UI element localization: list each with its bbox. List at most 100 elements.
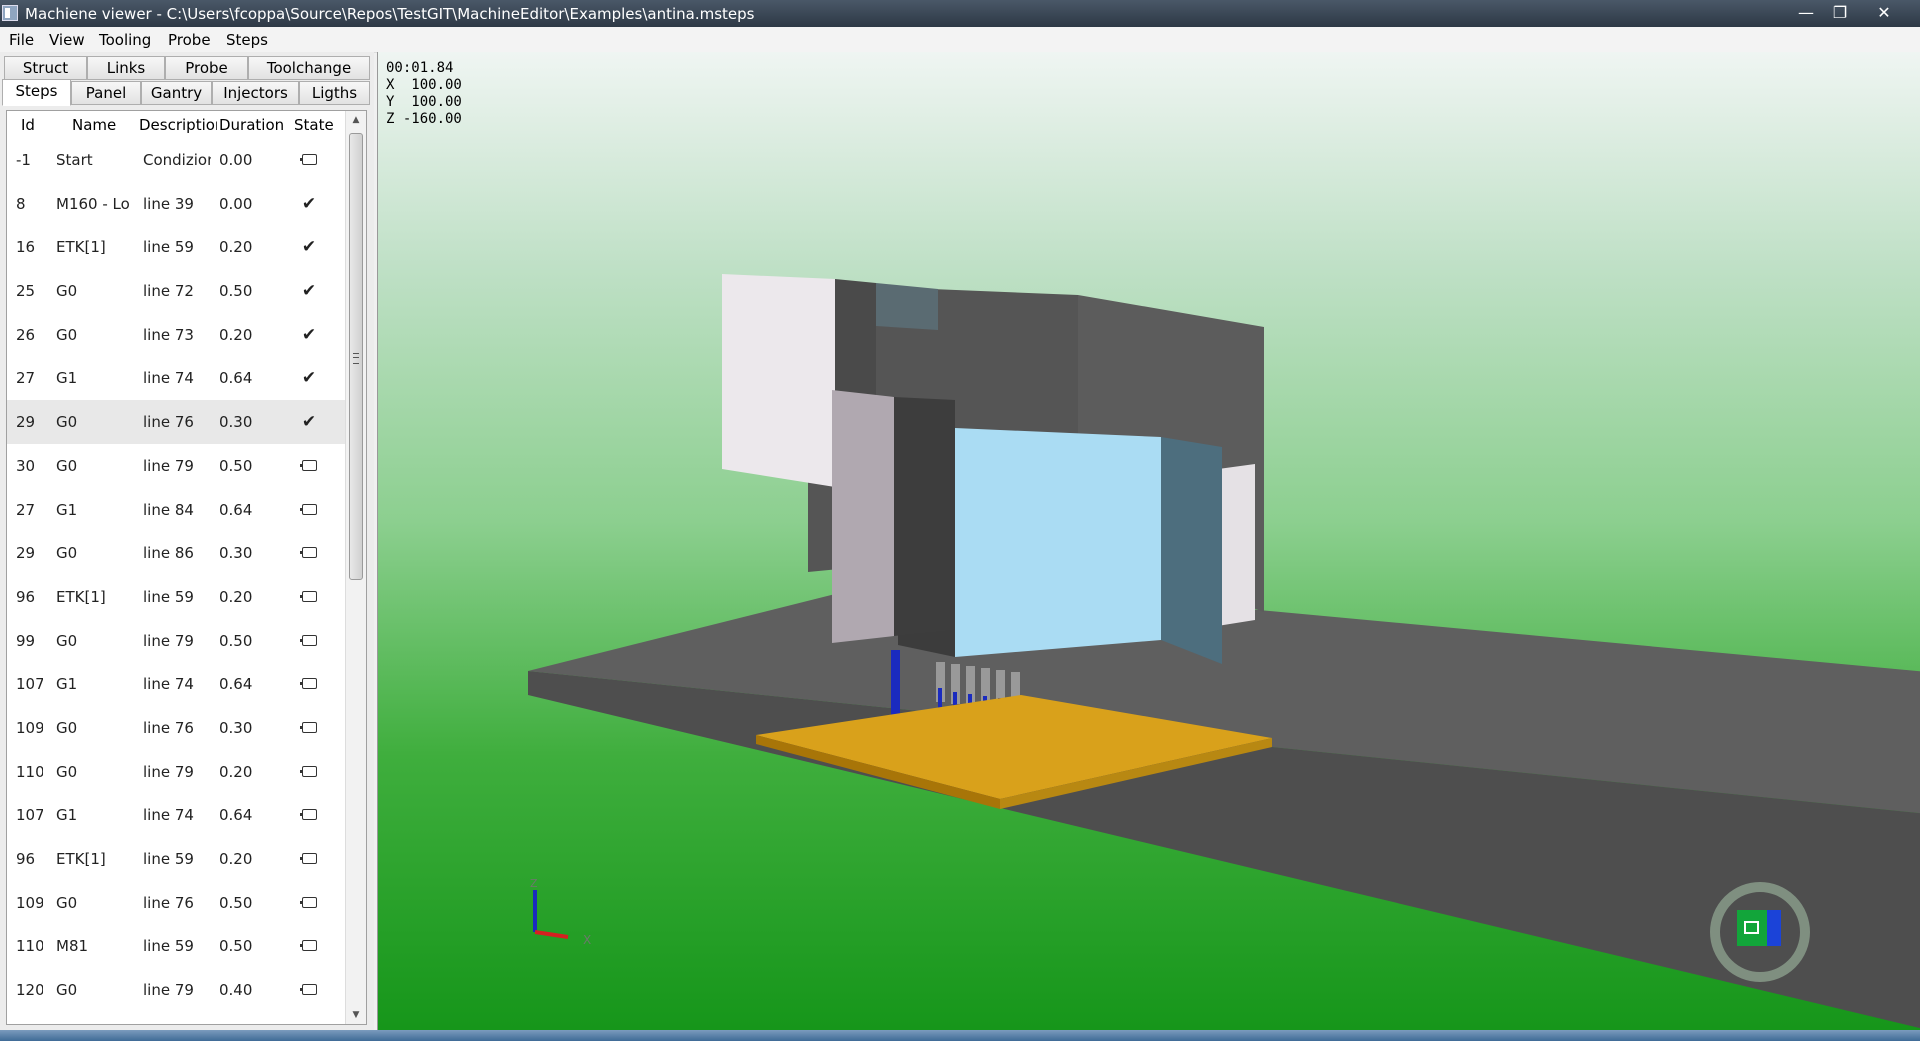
step-name: G1 bbox=[56, 806, 78, 825]
step-description: line 86 bbox=[143, 544, 194, 563]
step-duration: 0.64 bbox=[219, 806, 253, 825]
step-id: -1 bbox=[16, 151, 31, 169]
menu-tooling[interactable]: Tooling bbox=[99, 31, 151, 49]
checkmark-icon[interactable]: ✔ bbox=[297, 413, 321, 431]
unchecked-state-icon[interactable] bbox=[297, 894, 321, 912]
unchecked-state-icon[interactable] bbox=[297, 806, 321, 824]
step-id: 107 bbox=[16, 806, 43, 825]
machine-scene: Z X bbox=[528, 274, 1920, 1029]
unchecked-state-icon[interactable] bbox=[297, 544, 321, 562]
step-name: G0 bbox=[56, 456, 78, 475]
step-description: line 84 bbox=[143, 500, 194, 519]
unchecked-state-icon[interactable] bbox=[297, 632, 321, 650]
scroll-up-arrow-icon[interactable]: ▲ bbox=[346, 111, 366, 129]
scroll-down-arrow-icon[interactable]: ▼ bbox=[346, 1006, 366, 1024]
table-row[interactable]: 107 G1 line 74 0.64 bbox=[7, 793, 345, 837]
step-description: line 74 bbox=[143, 675, 194, 694]
tab-links[interactable]: Links bbox=[87, 56, 165, 80]
gantry-left-block-front bbox=[722, 274, 835, 487]
table-row[interactable]: 109 G0 line 76 0.30 bbox=[7, 706, 345, 750]
step-duration: 0.30 bbox=[219, 718, 253, 737]
step-name: G1 bbox=[56, 500, 78, 519]
checkmark-icon[interactable]: ✔ bbox=[297, 326, 321, 344]
table-row[interactable]: 29 G0 line 86 0.30 bbox=[7, 531, 345, 575]
unchecked-state-icon[interactable] bbox=[297, 937, 321, 955]
column-header-description[interactable]: Description bbox=[139, 116, 217, 134]
step-name: G0 bbox=[56, 631, 78, 650]
x-axis-label: X bbox=[583, 933, 591, 947]
steps-grid: Id Name Description Duration State -1 Sta… bbox=[6, 110, 367, 1025]
tab-toolchange[interactable]: Toolchange bbox=[248, 56, 370, 80]
table-row[interactable]: 27 G1 line 84 0.64 bbox=[7, 488, 345, 532]
left-panel: Struct Links Probe Toolchange Panel Gant… bbox=[0, 52, 374, 1030]
tab-steps[interactable]: Steps bbox=[2, 79, 71, 106]
step-duration: 0.50 bbox=[219, 937, 253, 956]
gantry-beam bbox=[876, 283, 938, 330]
tab-ligths[interactable]: Ligths bbox=[299, 81, 370, 105]
unchecked-state-icon[interactable] bbox=[297, 763, 321, 781]
tab-struct[interactable]: Struct bbox=[4, 56, 87, 80]
tab-gantry[interactable]: Gantry bbox=[141, 81, 212, 105]
close-button[interactable]: ✕ bbox=[1867, 0, 1901, 27]
step-name: ETK[1] bbox=[56, 238, 106, 257]
checkmark-icon[interactable]: ✔ bbox=[297, 282, 321, 300]
scrollbar-thumb[interactable] bbox=[349, 133, 363, 580]
table-row[interactable]: 30 G0 line 79 0.50 bbox=[7, 444, 345, 488]
step-description: line 79 bbox=[143, 762, 194, 781]
table-row[interactable]: 16 ETK[1] line 59 0.20 ✔ bbox=[7, 225, 345, 269]
step-duration: 0.30 bbox=[219, 413, 253, 432]
column-header-state[interactable]: State bbox=[294, 116, 340, 134]
table-row[interactable]: 109 G0 line 76 0.50 bbox=[7, 881, 345, 925]
tab-injectors[interactable]: Injectors bbox=[212, 81, 299, 105]
menu-steps[interactable]: Steps bbox=[226, 31, 268, 49]
column-header-duration[interactable]: Duration bbox=[219, 116, 295, 134]
table-row[interactable]: 27 G1 line 74 0.64 ✔ bbox=[7, 356, 345, 400]
menu-file[interactable]: File bbox=[9, 31, 34, 49]
table-row[interactable]: 110 G0 line 79 0.20 bbox=[7, 750, 345, 794]
checkmark-icon[interactable]: ✔ bbox=[297, 195, 321, 213]
menu-view[interactable]: View bbox=[49, 31, 85, 49]
unchecked-state-icon[interactable] bbox=[297, 457, 321, 475]
table-row[interactable]: -1 Start Condizioni 0.00 bbox=[7, 138, 345, 182]
column-header-id[interactable]: Id bbox=[21, 116, 51, 134]
table-row[interactable]: 120 G0 line 79 0.40 bbox=[7, 968, 345, 1012]
table-row[interactable]: 99 G0 line 79 0.50 bbox=[7, 619, 345, 663]
unchecked-state-icon[interactable] bbox=[297, 719, 321, 737]
grid-scrollbar[interactable]: ▲ ▼ bbox=[345, 111, 366, 1024]
menu-probe[interactable]: Probe bbox=[168, 31, 211, 49]
table-row[interactable]: 26 G0 line 73 0.20 ✔ bbox=[7, 313, 345, 357]
step-description: line 39 bbox=[143, 194, 194, 213]
table-row[interactable]: 107 G1 line 74 0.64 bbox=[7, 662, 345, 706]
table-row[interactable]: 29 G0 line 76 0.30 ✔ bbox=[7, 400, 345, 444]
step-duration: 0.50 bbox=[219, 893, 253, 912]
checkmark-icon[interactable]: ✔ bbox=[297, 369, 321, 387]
step-duration: 0.50 bbox=[219, 456, 253, 475]
maximize-button[interactable]: ❐ bbox=[1823, 0, 1857, 27]
unchecked-state-icon[interactable] bbox=[297, 501, 321, 519]
unchecked-state-icon[interactable] bbox=[297, 151, 321, 169]
step-duration: 0.40 bbox=[219, 981, 253, 1000]
minimize-button[interactable]: — bbox=[1789, 0, 1823, 27]
table-row[interactable]: 96 ETK[1] line 59 0.20 bbox=[7, 575, 345, 619]
step-name: G0 bbox=[56, 282, 78, 301]
table-row[interactable]: 96 ETK[1] line 59 0.20 bbox=[7, 837, 345, 881]
table-row[interactable]: 110 M81 line 59 0.50 bbox=[7, 924, 345, 968]
unchecked-state-icon[interactable] bbox=[297, 981, 321, 999]
step-id: 16 bbox=[16, 238, 36, 257]
tab-panel[interactable]: Panel bbox=[71, 81, 141, 105]
checkmark-icon[interactable]: ✔ bbox=[297, 238, 321, 256]
step-id: 30 bbox=[16, 456, 36, 475]
unchecked-state-icon[interactable] bbox=[297, 675, 321, 693]
unchecked-state-icon[interactable] bbox=[297, 588, 321, 606]
table-row[interactable]: 8 M160 - Load line 39 0.00 ✔ bbox=[7, 182, 345, 226]
table-row[interactable]: 25 G0 line 72 0.50 ✔ bbox=[7, 269, 345, 313]
3d-viewport[interactable]: 00:01.84 X 100.00 Y 100.00 Z -160.00 Z X bbox=[377, 52, 1920, 1030]
step-duration: 0.30 bbox=[219, 544, 253, 563]
step-duration: 0.00 bbox=[219, 151, 253, 169]
tab-probe[interactable]: Probe bbox=[165, 56, 248, 80]
step-description: line 74 bbox=[143, 369, 194, 388]
unchecked-state-icon[interactable] bbox=[297, 850, 321, 868]
step-duration: 0.20 bbox=[219, 762, 253, 781]
step-id: 27 bbox=[16, 500, 36, 519]
column-header-name[interactable]: Name bbox=[72, 116, 128, 134]
